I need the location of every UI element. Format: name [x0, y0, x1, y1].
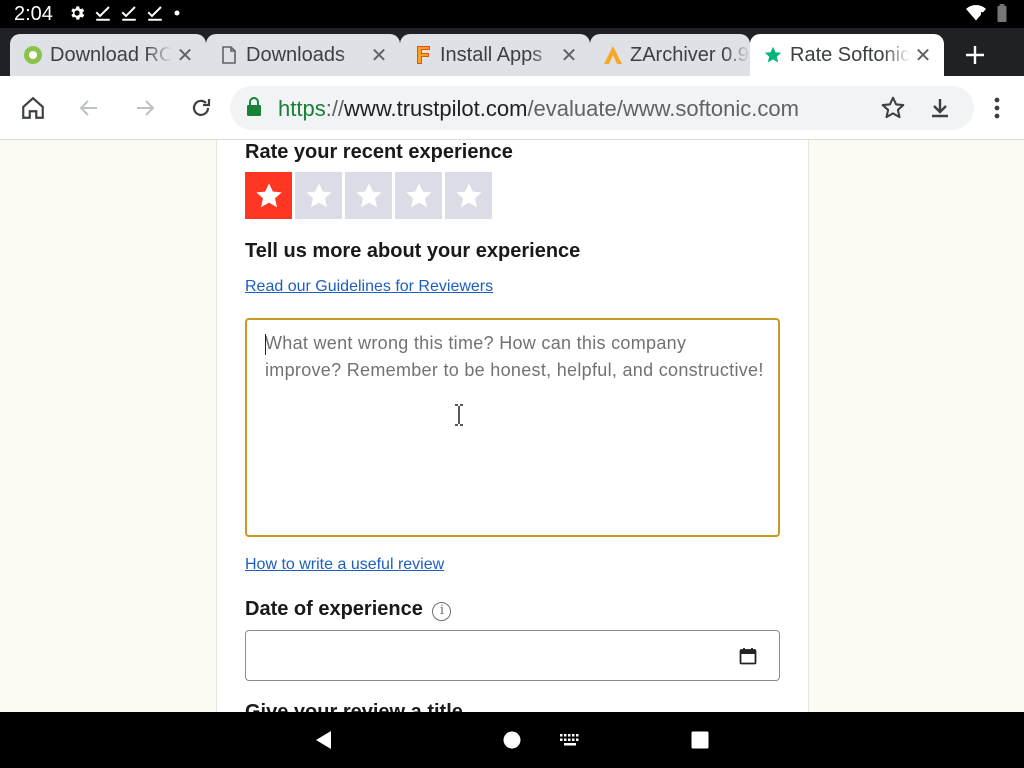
star-icon: [305, 182, 332, 207]
url-scheme: https: [278, 96, 326, 121]
download-icon[interactable]: [928, 95, 952, 126]
star-icon: [355, 182, 382, 207]
star-4[interactable]: [395, 172, 442, 219]
forward-arrow-icon: [137, 100, 155, 116]
tab-title: ZArchiver 0.9: [630, 43, 749, 66]
info-icon[interactable]: i: [432, 602, 452, 621]
more-vert-icon: [994, 97, 1000, 119]
status-time: 2:04: [14, 3, 53, 25]
tab-zarchiver[interactable]: ZArchiver 0.9: [590, 34, 750, 76]
zarchiver-icon: [604, 46, 622, 64]
check-icon: [146, 4, 164, 27]
text-caret: [265, 334, 266, 355]
android-icon: [24, 46, 42, 64]
date-of-experience-input[interactable]: [245, 630, 780, 681]
guidelines-link[interactable]: Read our Guidelines for Reviewers: [245, 278, 493, 296]
tab-title: Install Apps: [440, 43, 543, 66]
nav-home-button[interactable]: [500, 728, 524, 752]
back-triangle-icon: [316, 731, 331, 749]
bookmark-star-icon[interactable]: [880, 95, 906, 126]
how-to-write-link[interactable]: How to write a useful review: [245, 556, 444, 574]
tab-rate-softonic[interactable]: Rate Softonic ✕: [750, 34, 944, 76]
wifi-icon: [966, 4, 986, 27]
nav-keyboard-button[interactable]: [558, 728, 582, 752]
home-button[interactable]: [15, 90, 51, 126]
status-bar: 2:04: [0, 0, 1024, 28]
nav-recents-button[interactable]: [688, 728, 712, 752]
review-textarea[interactable]: What went wrong this time? How can this …: [245, 318, 780, 537]
home-circle-icon: [503, 731, 521, 749]
star-icon: [405, 182, 432, 207]
check-icon: [120, 4, 138, 27]
recents-square-icon: [691, 731, 709, 749]
gear-icon: [68, 4, 86, 27]
check-icon: [94, 4, 112, 27]
back-arrow-icon: [79, 100, 97, 116]
browser-toolbar: https://www.trustpilot.com/evaluate/www.…: [0, 76, 1024, 140]
url-text: https://www.trustpilot.com/evaluate/www.…: [278, 96, 870, 122]
tell-more-heading: Tell us more about your experience: [245, 240, 581, 262]
url-host: www.trustpilot.com: [344, 96, 528, 121]
page-content: Rate your recent experience Tell us more…: [0, 140, 1024, 712]
forward-button[interactable]: [127, 90, 163, 126]
new-tab-button[interactable]: [958, 38, 992, 72]
lock-icon: [246, 97, 262, 122]
star-icon: [255, 182, 282, 207]
system-nav-bar: [0, 712, 1024, 768]
url-separator: ://: [325, 96, 345, 121]
close-icon[interactable]: ✕: [366, 43, 392, 68]
tab-download-rom[interactable]: Download ROM ✕: [10, 34, 206, 76]
url-path: /evaluate/www.softonic.com: [527, 96, 799, 121]
star-rating: [245, 172, 492, 219]
menu-button[interactable]: [979, 90, 1015, 126]
close-icon[interactable]: ✕: [910, 43, 936, 68]
calendar-icon[interactable]: [739, 647, 757, 665]
date-heading-text: Date of experience: [245, 598, 423, 620]
date-heading: Date of experience i: [245, 598, 452, 621]
star-1[interactable]: [245, 172, 292, 219]
f-droid-icon: [414, 46, 432, 64]
reload-icon: [192, 99, 211, 116]
tab-title: Rate Softonic: [790, 43, 910, 66]
star-3[interactable]: [345, 172, 392, 219]
status-system-icons: [966, 4, 1008, 27]
home-icon: [22, 96, 44, 119]
reload-button[interactable]: [183, 90, 219, 126]
review-title-heading: Give your review a title: [245, 701, 463, 712]
back-button[interactable]: [71, 90, 107, 126]
tab-install-apps[interactable]: Install Apps ✕: [400, 34, 590, 76]
review-placeholder: What went wrong this time? How can this …: [265, 333, 764, 380]
star-icon: [455, 182, 482, 207]
star-5[interactable]: [445, 172, 492, 219]
star-2[interactable]: [295, 172, 342, 219]
rate-heading: Rate your recent experience: [245, 141, 513, 163]
trustpilot-star-icon: [764, 46, 782, 64]
tab-downloads[interactable]: Downloads ✕: [206, 34, 400, 76]
status-notification-icons: [68, 4, 182, 27]
nav-back-button[interactable]: [312, 728, 336, 752]
close-icon[interactable]: ✕: [556, 43, 582, 68]
page-icon: [220, 46, 238, 64]
keyboard-icon: [560, 734, 579, 746]
battery-icon: [996, 4, 1008, 27]
tab-title: Downloads: [246, 43, 345, 66]
close-icon[interactable]: ✕: [172, 43, 198, 68]
ibeam-cursor-icon: [455, 404, 463, 426]
dot-icon: [172, 4, 182, 27]
tab-strip: Download ROM ✕ Downloads ✕ Install Apps …: [0, 28, 1024, 76]
tab-title: Download ROM: [50, 43, 172, 66]
address-bar[interactable]: https://www.trustpilot.com/evaluate/www.…: [230, 86, 974, 130]
